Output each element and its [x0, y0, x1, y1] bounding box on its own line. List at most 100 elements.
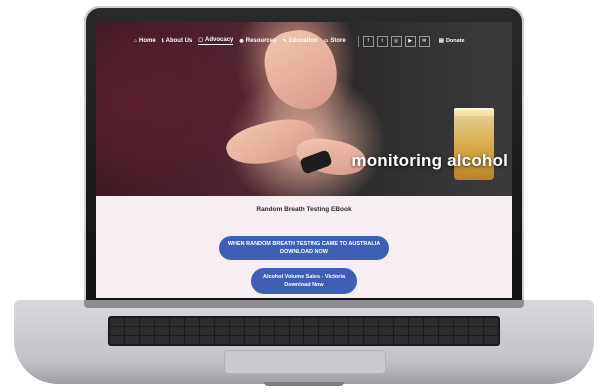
- keyboard-key: [244, 336, 259, 344]
- donate-icon: ▤: [438, 38, 444, 44]
- keyboard-key: [289, 327, 304, 335]
- keyboard-key: [349, 336, 364, 344]
- laptop-frame: ⌂ Home ℹ About Us ▢ Advocacy ◉ Resources…: [0, 0, 608, 392]
- keyboard-key: [319, 336, 334, 344]
- donate-button[interactable]: ▤ Donate: [439, 38, 465, 44]
- keyboard-key: [169, 336, 184, 344]
- keyboard-key: [139, 327, 154, 335]
- keyboard-key: [229, 336, 244, 344]
- keyboard-key: [484, 327, 498, 335]
- home-icon: ⌂: [134, 38, 138, 44]
- keyboard-key: [214, 336, 229, 344]
- keyboard-key: [484, 336, 498, 344]
- keyboard-key: [124, 318, 139, 326]
- nav-item-label: Resources: [245, 38, 277, 44]
- donate-label: Donate: [445, 38, 465, 44]
- keyboard-key: [259, 336, 274, 344]
- keyboard-key: [214, 318, 229, 326]
- keyboard-key: [169, 327, 184, 335]
- laptop-trackpad: [224, 350, 386, 374]
- button-line-2: DOWNLOAD NOW: [280, 249, 328, 255]
- main-navigation: ⌂ Home ℹ About Us ▢ Advocacy ◉ Resources…: [96, 34, 512, 48]
- keyboard-key: [349, 327, 364, 335]
- keyboard-key: [469, 336, 484, 344]
- keyboard-key: [139, 318, 154, 326]
- keyboard-key: [154, 327, 169, 335]
- keyboard-key: [409, 318, 424, 326]
- keyboard-key: [110, 327, 124, 335]
- keyboard-key: [259, 327, 274, 335]
- laptop-screen: ⌂ Home ℹ About Us ▢ Advocacy ◉ Resources…: [96, 22, 512, 298]
- keyboard-key: [409, 336, 424, 344]
- keyboard-key: [454, 318, 469, 326]
- keyboard-key: [379, 318, 394, 326]
- keyboard-key: [484, 318, 498, 326]
- ebook-heading: Random Breath Testing EBook: [256, 206, 352, 213]
- laptop-hinge: [84, 300, 524, 308]
- hero-banner: ⌂ Home ℹ About Us ▢ Advocacy ◉ Resources…: [96, 22, 512, 196]
- nav-item-home[interactable]: ⌂ Home: [134, 38, 156, 44]
- keyboard-key: [274, 336, 289, 344]
- twitter-icon[interactable]: t: [376, 35, 388, 47]
- keyboard-key: [364, 318, 379, 326]
- nav-item-label: Advocacy: [205, 37, 234, 43]
- keyboard-key: [379, 336, 394, 344]
- keyboard-key: [199, 336, 214, 344]
- keyboard-key: [244, 318, 259, 326]
- hero-title: monitoring alcohol: [351, 151, 508, 170]
- keyboard-key: [379, 327, 394, 335]
- keyboard-key: [469, 327, 484, 335]
- email-icon[interactable]: ✉: [418, 35, 430, 47]
- nav-item-about-us[interactable]: ℹ About Us: [162, 38, 193, 44]
- eye-icon: ◉: [239, 38, 244, 44]
- advocacy-icon: ▢: [198, 37, 204, 43]
- keyboard-key: [124, 327, 139, 335]
- nav-item-store[interactable]: ▭ Store: [324, 38, 346, 44]
- nav-item-resources[interactable]: ◉ Resources: [239, 38, 276, 44]
- keyboard-key: [334, 327, 349, 335]
- keyboard-key: [259, 318, 274, 326]
- nav-item-label: Store: [330, 38, 346, 44]
- keyboard-key: [169, 318, 184, 326]
- edit-icon: ✎: [282, 38, 287, 44]
- button-line-1: WHEN RANDOM BREATH TESTING CAME TO AUSTR…: [227, 241, 381, 247]
- keyboard-key: [469, 318, 484, 326]
- keyboard-key: [364, 327, 379, 335]
- keyboard-key: [409, 327, 424, 335]
- button-line-2: Download Now: [284, 282, 324, 288]
- nav-item-label: Education: [288, 38, 318, 44]
- nav-item-advocacy[interactable]: ▢ Advocacy: [198, 37, 234, 45]
- keyboard-key: [139, 336, 154, 344]
- facebook-icon[interactable]: f: [362, 35, 374, 47]
- button-line-1: Alcohol Volume Sales - Victoria: [262, 274, 345, 280]
- keyboard-key: [439, 327, 454, 335]
- keyboard-key: [319, 327, 334, 335]
- keyboard-key: [394, 336, 409, 344]
- keyboard-key: [274, 327, 289, 335]
- ebook-section: Random Breath Testing EBook WHEN RANDOM …: [96, 196, 512, 298]
- keyboard-key: [424, 336, 439, 344]
- nav-item-education[interactable]: ✎ Education: [282, 38, 317, 44]
- keyboard-key: [214, 327, 229, 335]
- alcohol-sales-download-button[interactable]: Alcohol Volume Sales - Victoria Download…: [251, 268, 357, 294]
- keyboard-key: [110, 336, 124, 344]
- keyboard-key: [364, 336, 379, 344]
- keyboard-key: [289, 318, 304, 326]
- instagram-icon[interactable]: ◎: [390, 35, 402, 47]
- keyboard-key: [184, 318, 199, 326]
- nav-item-label: About Us: [165, 38, 193, 44]
- keyboard-key: [304, 336, 319, 344]
- keyboard-key: [304, 318, 319, 326]
- info-icon: ℹ: [161, 38, 164, 44]
- keyboard-key: [124, 336, 139, 344]
- keyboard-key: [454, 327, 469, 335]
- keyboard-key: [274, 318, 289, 326]
- rbt-download-button[interactable]: WHEN RANDOM BREATH TESTING CAME TO AUSTR…: [219, 236, 389, 260]
- youtube-icon[interactable]: ▶: [404, 35, 416, 47]
- keyboard-key: [454, 336, 469, 344]
- keyboard-key: [334, 318, 349, 326]
- nav-item-label: Home: [139, 38, 156, 44]
- laptop-front-notch: [264, 382, 344, 386]
- keyboard-key: [349, 318, 364, 326]
- keyboard-key: [439, 318, 454, 326]
